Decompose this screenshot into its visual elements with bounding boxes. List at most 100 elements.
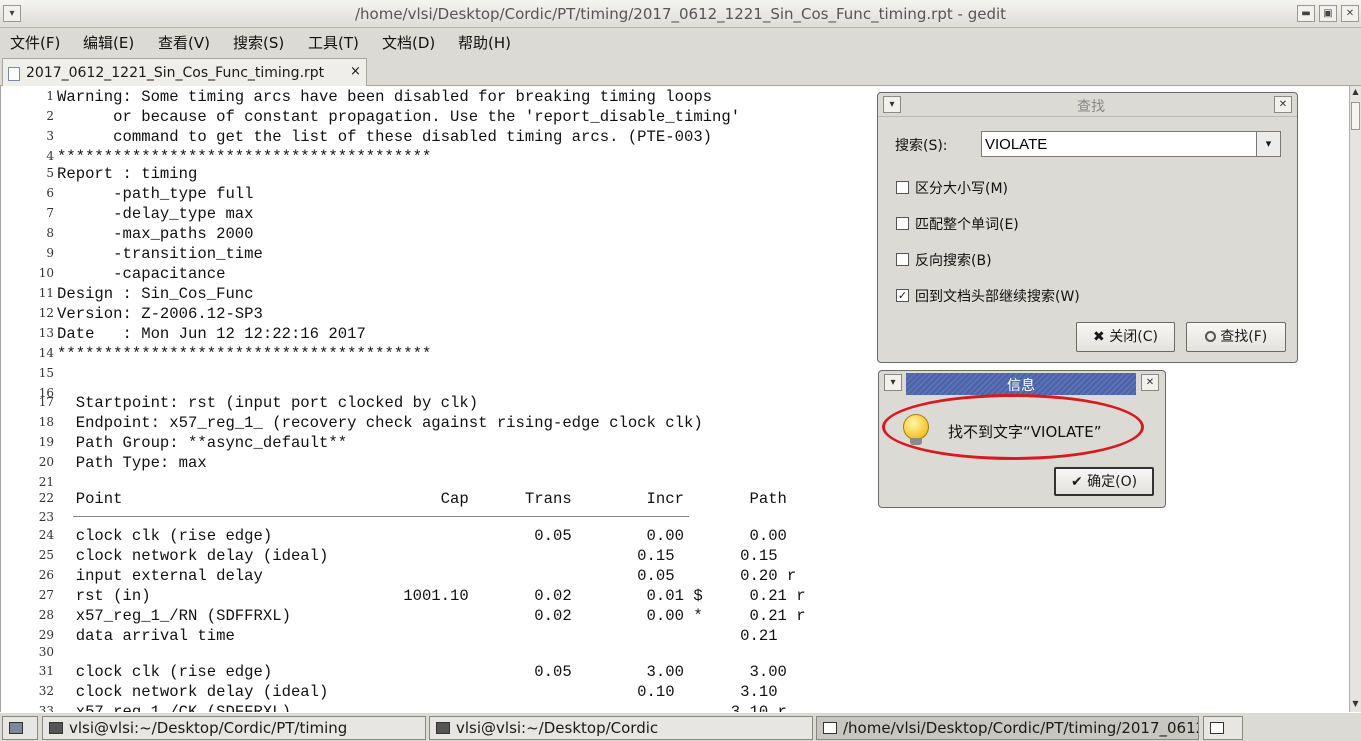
- scrollbar-thumb[interactable]: [1351, 102, 1360, 130]
- line-number: 10: [38, 266, 54, 280]
- code-line: ****************************************: [57, 148, 432, 166]
- line-number: 31: [38, 664, 54, 678]
- code-line: -max_paths 2000: [57, 225, 254, 243]
- show-desktop-button[interactable]: [2, 716, 38, 740]
- info-message: 找不到文字“VIOLATE”: [948, 423, 1102, 441]
- line-number: 12: [38, 306, 54, 320]
- code-line: Version: Z-2006.12-SP3: [57, 305, 263, 323]
- find-dialog: ▾ 查找 ✕ 搜索(S): ▾ 区分大小写(M) 匹配整个单词(E) 反向搜索(…: [877, 92, 1298, 363]
- terminal-icon: [436, 722, 450, 734]
- code-line: or because of constant propagation. Use …: [57, 108, 741, 126]
- whole-word-checkbox[interactable]: [896, 217, 909, 230]
- line-number: 14: [38, 346, 54, 360]
- line-number: 2: [46, 109, 54, 123]
- menu-documents[interactable]: 文档(D): [382, 32, 435, 53]
- line-number: 15: [38, 366, 54, 380]
- search-input[interactable]: [985, 135, 1253, 153]
- window-titlebar: ▾ /home/vlsi/Desktop/Cordic/PT/timing/20…: [0, 0, 1361, 28]
- vertical-scrollbar[interactable]: ▲ ▼: [1349, 86, 1361, 712]
- scroll-up-icon[interactable]: ▲: [1350, 86, 1361, 98]
- tab-strip: 2017_0612_1221_Sin_Cos_Func_timing.rpt ×: [0, 55, 1361, 87]
- info-dialog-menu-icon[interactable]: ▾: [884, 374, 902, 391]
- task-label: vlsi@vlsi:~/Desktop/Cordic/PT/timing: [69, 719, 348, 737]
- code-line: x57_reg_1_/RN (SDFFRXL) 0.02 0.00 * 0.21…: [57, 607, 806, 625]
- tab-close-icon[interactable]: ×: [350, 64, 361, 79]
- code-line: Path Type: max: [57, 454, 207, 472]
- line-number: 3: [46, 129, 54, 143]
- find-magnifier-icon: [1204, 331, 1216, 342]
- scroll-down-icon[interactable]: ▼: [1350, 698, 1361, 710]
- code-line: -capacitance: [57, 265, 226, 283]
- line-number: 21: [38, 475, 54, 489]
- menu-edit[interactable]: 编辑(E): [83, 32, 134, 53]
- line-number: 1: [46, 89, 54, 103]
- code-line: command to get the list of these disable…: [57, 128, 713, 146]
- info-dialog-close-icon[interactable]: ✕: [1141, 374, 1159, 391]
- menu-view[interactable]: 查看(V): [158, 32, 210, 53]
- info-dialog: ▾ 信息 ✕ 找不到文字“VIOLATE” ✔ 确定(O): [878, 370, 1166, 508]
- code-line: Warning: Some timing arcs have been disa…: [57, 88, 713, 106]
- menu-tools[interactable]: 工具(T): [308, 32, 359, 53]
- wrap-around-label[interactable]: 回到文档头部继续搜索(W): [915, 286, 1080, 306]
- match-case-label[interactable]: 区分大小写(M): [915, 178, 1008, 198]
- menu-file[interactable]: 文件(F): [10, 32, 60, 53]
- line-number: 32: [38, 684, 54, 698]
- table-header-rule: [73, 516, 689, 517]
- whole-word-label[interactable]: 匹配整个单词(E): [915, 214, 1019, 234]
- find-button[interactable]: 查找(F): [1186, 322, 1286, 352]
- find-dialog-title: 查找: [1077, 99, 1105, 115]
- gedit-icon: [823, 722, 837, 734]
- line-number: 29: [38, 628, 54, 642]
- line-number: 13: [38, 326, 54, 340]
- task-gedit[interactable]: /home/vlsi/Desktop/Cordic/PT/timing/2017…: [816, 716, 1199, 740]
- code-line: -path_type full: [57, 185, 254, 203]
- find-close-button[interactable]: ✖ 关闭(C): [1076, 322, 1175, 352]
- chevron-down-icon[interactable]: ▾: [1256, 132, 1280, 156]
- line-number: 33: [38, 704, 54, 712]
- line-number: 19: [38, 435, 54, 449]
- line-number: 8: [46, 226, 54, 240]
- terminal-icon: [49, 722, 63, 734]
- find-button-label: 查找(F): [1220, 329, 1268, 345]
- code-line: data arrival time 0.21: [57, 627, 778, 645]
- line-number: 30: [38, 645, 54, 659]
- search-label: 搜索(S):: [895, 138, 948, 154]
- search-backwards-checkbox[interactable]: [896, 253, 909, 266]
- line-number: 4: [46, 149, 54, 163]
- code-line: ****************************************: [57, 345, 432, 363]
- window-close-button[interactable]: ✕: [1341, 5, 1359, 22]
- find-dialog-menu-icon[interactable]: ▾: [883, 96, 901, 113]
- code-line: clock network delay (ideal) 0.15 0.15: [57, 547, 778, 565]
- search-combo[interactable]: ▾: [981, 131, 1281, 157]
- menubar: 文件(F) 编辑(E) 查看(V) 搜索(S) 工具(T) 文档(D) 帮助(H…: [0, 28, 1361, 55]
- search-backwards-label[interactable]: 反向搜索(B): [915, 250, 992, 270]
- code-line: clock network delay (ideal) 0.10 3.10: [57, 683, 778, 701]
- match-case-checkbox[interactable]: [896, 181, 909, 194]
- line-number: 6: [46, 186, 54, 200]
- line-number: 22: [38, 491, 54, 505]
- code-line: Design : Sin_Cos_Func: [57, 285, 254, 303]
- window-title: /home/vlsi/Desktop/Cordic/PT/timing/2017…: [354, 5, 1007, 23]
- ok-button[interactable]: ✔ 确定(O): [1054, 467, 1154, 496]
- code-line: Point Cap Trans Incr Path: [57, 490, 787, 508]
- lightbulb-base: [910, 438, 922, 445]
- tab-document[interactable]: 2017_0612_1221_Sin_Cos_Func_timing.rpt ×: [2, 58, 367, 87]
- menu-help[interactable]: 帮助(H): [458, 32, 511, 53]
- line-number: 28: [38, 608, 54, 622]
- task-terminal-cordic[interactable]: vlsi@vlsi:~/Desktop/Cordic: [429, 716, 813, 740]
- wrap-around-checkbox[interactable]: ✓: [896, 289, 909, 302]
- workspace-icon: [1210, 722, 1224, 734]
- file-icon: [8, 67, 20, 81]
- workspace-switcher[interactable]: [1203, 716, 1243, 740]
- find-dialog-close-icon[interactable]: ✕: [1274, 96, 1292, 113]
- maximize-button[interactable]: ▣: [1319, 5, 1337, 22]
- code-line: clock clk (rise edge) 0.05 0.00 0.00: [57, 527, 787, 545]
- code-line: Endpoint: x57_reg_1_ (recovery check aga…: [57, 414, 703, 432]
- lightbulb-icon: [903, 414, 929, 440]
- minimize-button[interactable]: ▬: [1297, 5, 1315, 22]
- task-terminal-timing[interactable]: vlsi@vlsi:~/Desktop/Cordic/PT/timing: [42, 716, 426, 740]
- tab-label: 2017_0612_1221_Sin_Cos_Func_timing.rpt: [26, 65, 325, 81]
- menu-search[interactable]: 搜索(S): [233, 32, 284, 53]
- line-number: 23: [38, 510, 54, 524]
- code-line: x57_reg_1_/CK (SDFFRXL) 3.10 r: [57, 703, 787, 712]
